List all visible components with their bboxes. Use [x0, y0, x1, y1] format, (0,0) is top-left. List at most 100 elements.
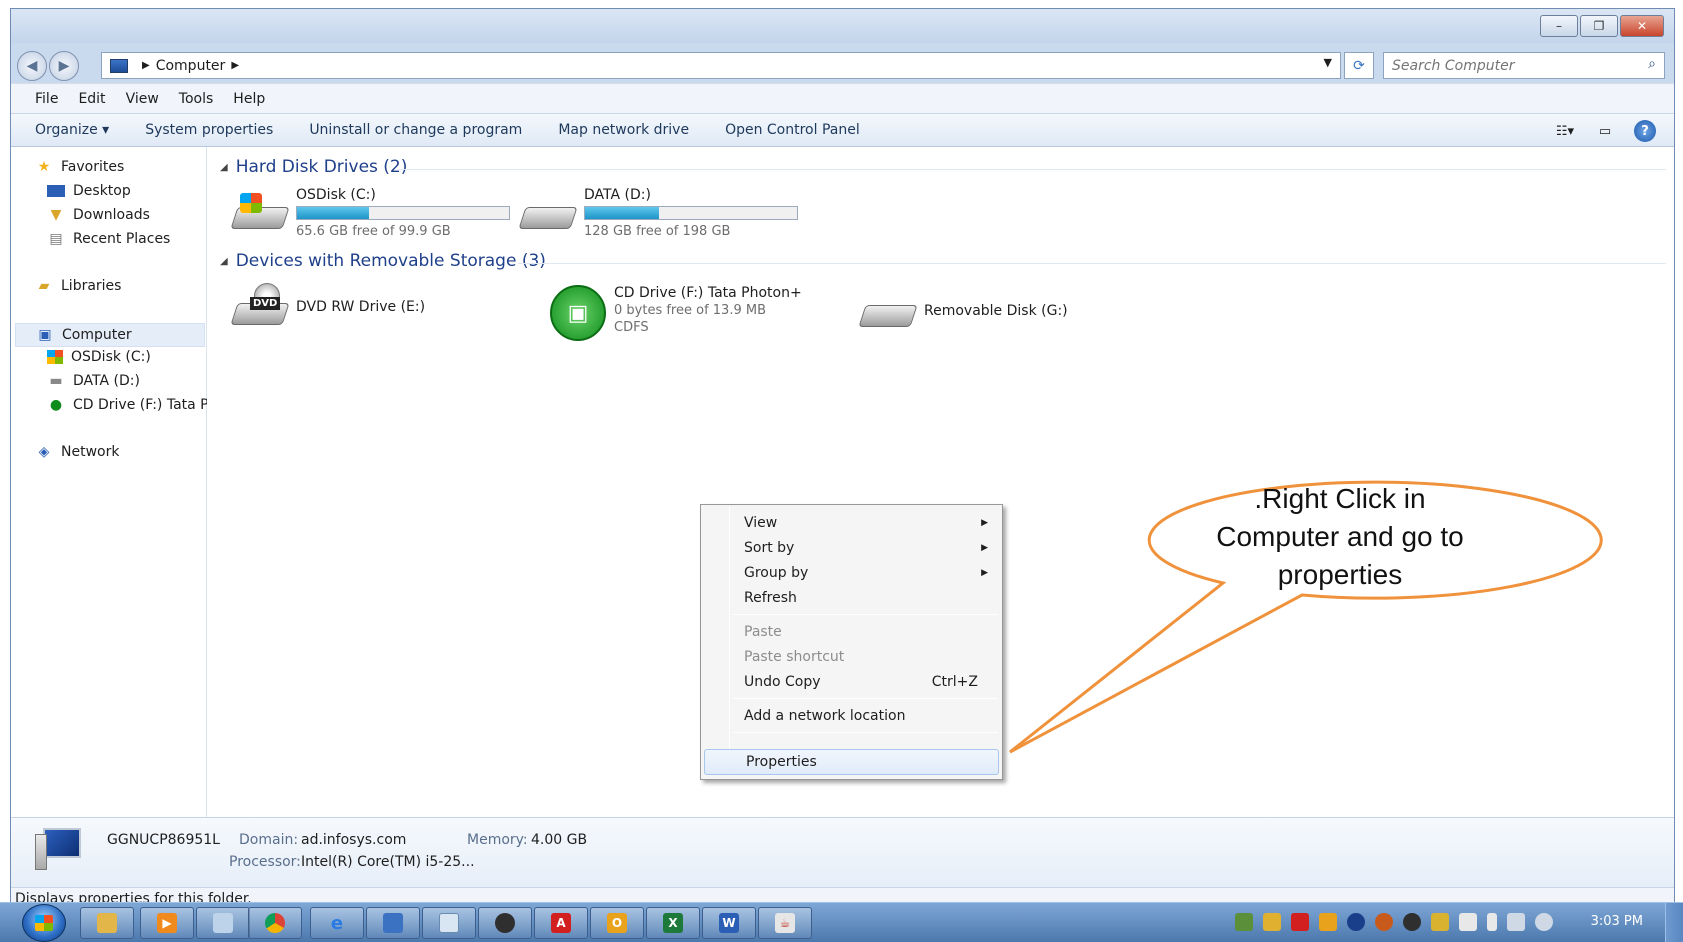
- drive-g[interactable]: Removable Disk (G:): [858, 287, 1068, 335]
- nav-network[interactable]: ◈ Network: [35, 444, 120, 460]
- lock-icon[interactable]: [1431, 913, 1449, 931]
- drive-c[interactable]: OSDisk (C:) 65.6 GB free of 99.9 GB: [230, 187, 510, 239]
- address-dropdown-icon[interactable]: ▼: [1324, 56, 1332, 69]
- minimize-button[interactable]: –: [1540, 15, 1578, 37]
- taskbar-outlook[interactable]: O: [590, 907, 644, 939]
- bluetooth-icon[interactable]: [1347, 913, 1365, 931]
- computer-icon: ▣: [38, 327, 52, 343]
- uninstall-program-button[interactable]: Uninstall or change a program: [309, 122, 522, 138]
- menu-item-paste[interactable]: Paste: [703, 620, 1000, 644]
- dark-app-icon: [495, 913, 515, 933]
- back-button[interactable]: ◀: [17, 51, 47, 81]
- usb-icon[interactable]: [1487, 913, 1497, 931]
- system-properties-button[interactable]: System properties: [145, 122, 273, 138]
- menu-item-group-by[interactable]: Group by ▶: [703, 561, 1000, 585]
- tray-outlook-icon[interactable]: [1319, 913, 1337, 931]
- flag-icon[interactable]: [1459, 913, 1477, 931]
- menu-file[interactable]: File: [35, 91, 58, 107]
- menu-item-refresh[interactable]: Refresh: [703, 586, 1000, 610]
- taskbar-app-dark[interactable]: [478, 907, 532, 939]
- drive-d-usage-bar: [584, 206, 798, 220]
- tray-acrobat-icon[interactable]: [1291, 913, 1309, 931]
- open-control-panel-button[interactable]: Open Control Panel: [725, 122, 860, 138]
- group-divider: [518, 263, 1666, 264]
- menu-view[interactable]: View: [126, 91, 159, 107]
- taskbar-word[interactable]: W: [702, 907, 756, 939]
- help-icon[interactable]: ?: [1634, 120, 1656, 142]
- taskbar-notepad[interactable]: [422, 907, 476, 939]
- drive-c-name: OSDisk (C:): [296, 187, 376, 203]
- nav-recent-places[interactable]: ▤ Recent Places: [47, 231, 170, 247]
- menu-item-undo-copy[interactable]: Undo Copy Ctrl+Z: [703, 670, 1000, 694]
- menu-tools[interactable]: Tools: [179, 91, 214, 107]
- taskbar-app[interactable]: [196, 907, 250, 939]
- navigation-pane: ★ Favorites Desktop ▼ Downloads ▤ Recent Pl…: [11, 147, 207, 817]
- tray-shield-icon[interactable]: [1263, 913, 1281, 931]
- taskbar-chrome[interactable]: [248, 907, 302, 939]
- recent-places-icon: ▤: [49, 231, 63, 247]
- drive-d-usage-fill: [585, 207, 660, 219]
- nav-libraries[interactable]: ▰ Libraries: [35, 278, 122, 294]
- nav-osdisk[interactable]: OSDisk (C:): [47, 349, 151, 365]
- drive-c-info: OSDisk (C:) 65.6 GB free of 99.9 GB: [296, 187, 510, 239]
- computer-icon: [110, 58, 128, 73]
- menu-item-sort-by[interactable]: Sort by ▶: [703, 536, 1000, 560]
- drive-f-filesystem: CDFS: [614, 320, 649, 335]
- hard-drive-icon: [518, 187, 578, 235]
- preview-pane-icon[interactable]: ▭: [1594, 120, 1616, 142]
- forward-button[interactable]: ▶: [49, 51, 79, 81]
- volume-icon[interactable]: [1535, 913, 1553, 931]
- tray-dark-icon[interactable]: [1403, 913, 1421, 931]
- folder-icon: [97, 913, 117, 933]
- group-header-removable[interactable]: ◢ Devices with Removable Storage (3): [220, 251, 546, 271]
- taskbar-ie[interactable]: e: [310, 907, 364, 939]
- taskbar-acrobat[interactable]: A: [534, 907, 588, 939]
- breadcrumb-computer[interactable]: Computer: [156, 58, 226, 74]
- taskbar-excel[interactable]: X: [646, 907, 700, 939]
- nav-desktop[interactable]: Desktop: [47, 183, 131, 199]
- organize-button[interactable]: Organize ▾: [35, 122, 109, 138]
- forward-arrow-icon: ▶: [58, 58, 70, 74]
- nav-favorites[interactable]: ★ Favorites: [35, 159, 125, 175]
- network-tray-icon[interactable]: [1507, 913, 1525, 931]
- menu-item-paste-shortcut[interactable]: Paste shortcut: [703, 645, 1000, 669]
- drive-f[interactable]: ▣ CD Drive (F:) Tata Photon+ 0 bytes fre…: [550, 285, 802, 341]
- menu-help[interactable]: Help: [233, 91, 265, 107]
- change-view-icon[interactable]: ☷▾: [1554, 120, 1576, 142]
- drive-f-info: CD Drive (F:) Tata Photon+ 0 bytes free …: [614, 285, 802, 341]
- taskbar-explorer[interactable]: [80, 907, 134, 939]
- search-input[interactable]: [1392, 57, 1622, 74]
- nav-downloads[interactable]: ▼ Downloads: [47, 207, 150, 223]
- map-network-drive-button[interactable]: Map network drive: [558, 122, 689, 138]
- tray-security-icon[interactable]: [1235, 913, 1253, 931]
- dvd-badge: DVD: [250, 297, 281, 310]
- nav-cd-drive[interactable]: ● CD Drive (F:) Tata Ph: [47, 397, 207, 413]
- show-desktop-button[interactable]: [1665, 903, 1683, 942]
- drive-d[interactable]: DATA (D:) 128 GB free of 198 GB: [518, 187, 798, 239]
- taskbar-clock[interactable]: 3:03 PM: [1591, 914, 1643, 929]
- address-bar[interactable]: ▶ Computer ▶ ▼: [101, 52, 1341, 79]
- start-button[interactable]: [22, 904, 66, 942]
- libraries-icon: ▰: [38, 278, 50, 294]
- taskbar-media-player[interactable]: ▶: [140, 907, 194, 939]
- menu-item-add-network-location[interactable]: Add a network location: [703, 704, 1000, 728]
- maximize-button[interactable]: ❐: [1580, 15, 1618, 37]
- taskbar-java[interactable]: ☕: [758, 907, 812, 939]
- group-header-hard-disk[interactable]: ◢ Hard Disk Drives (2): [220, 157, 407, 177]
- nav-data-drive[interactable]: ▬ DATA (D:): [47, 373, 140, 389]
- refresh-icon: ⟳: [1353, 57, 1365, 74]
- taskbar-remote[interactable]: [366, 907, 420, 939]
- drive-c-usage-bar: [296, 206, 510, 220]
- refresh-button[interactable]: ⟳: [1344, 52, 1374, 79]
- search-box[interactable]: ⌕: [1383, 52, 1665, 79]
- menu-item-properties[interactable]: Properties: [704, 749, 999, 775]
- close-button[interactable]: ✕: [1620, 15, 1664, 37]
- processor-value: Intel(R) Core(TM) i5-25...: [301, 854, 475, 870]
- desktop-icon: [47, 185, 65, 197]
- menu-edit[interactable]: Edit: [78, 91, 105, 107]
- menu-item-view[interactable]: View ▶: [703, 511, 1000, 535]
- drive-e[interactable]: DVD DVD RW Drive (E:): [230, 283, 425, 331]
- tray-app-icon[interactable]: [1375, 913, 1393, 931]
- nav-computer[interactable]: ▣ Computer: [15, 323, 205, 347]
- search-icon[interactable]: ⌕: [1648, 56, 1656, 72]
